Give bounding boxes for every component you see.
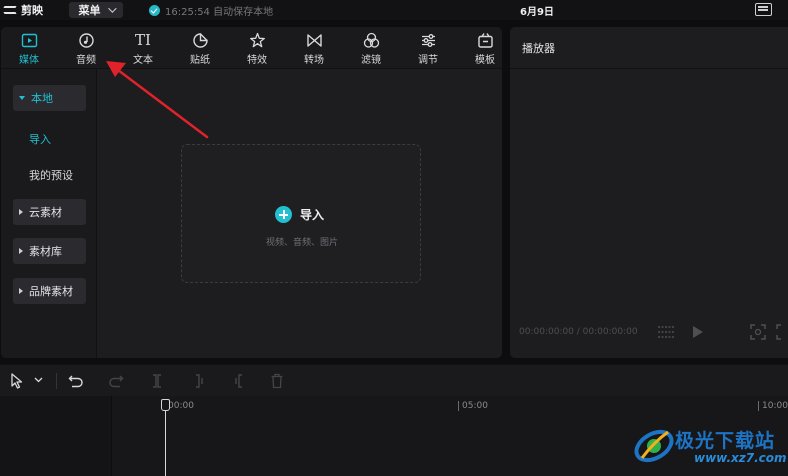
caret-right-icon	[19, 248, 23, 254]
tab-text-label: 文本	[133, 55, 153, 66]
autosave-status: 16:25:54 自动保存本地	[149, 3, 273, 18]
tab-template-label: 模板	[475, 55, 495, 66]
caret-right-icon	[19, 288, 23, 294]
tab-audio-label: 音频	[76, 55, 96, 66]
ruler-tick-label: 05:00	[462, 401, 488, 411]
watermark-logo-icon	[634, 429, 674, 463]
tab-filter-label: 滤镜	[361, 55, 381, 66]
sidebar-item-my-presets[interactable]: 我的预设	[29, 167, 73, 183]
delete-icon[interactable]	[270, 373, 284, 389]
tab-template[interactable]: 模板	[465, 27, 502, 69]
audio-icon	[78, 33, 94, 48]
timeline-ruler[interactable]: 00:00 05:00 10:00	[112, 396, 788, 414]
play-icon[interactable]	[693, 326, 703, 338]
tab-audio[interactable]: 音频	[66, 27, 106, 69]
tab-text[interactable]: TI 文本	[123, 27, 163, 69]
tab-transition[interactable]: 转场	[294, 27, 334, 69]
watermark: 极光下载站 www.xz7.com	[630, 420, 787, 474]
trim-right-icon[interactable]	[232, 373, 246, 389]
fullscreen-icon[interactable]	[776, 324, 788, 340]
divider	[510, 68, 788, 69]
tab-filter[interactable]: 滤镜	[351, 27, 391, 69]
tab-adjust-label: 调节	[418, 55, 438, 66]
timeline-toolbar	[0, 364, 788, 396]
check-circle-icon	[149, 4, 160, 16]
track-header	[0, 396, 112, 476]
sidebar-item-local[interactable]: 本地	[13, 85, 86, 111]
chevron-down-icon[interactable]	[34, 377, 43, 383]
ruler-tick-label: 10:00	[762, 401, 788, 411]
ruler-tick	[458, 401, 459, 411]
keyboard-shortcut-icon[interactable]	[755, 3, 772, 16]
sidebar-item-label: 云素材	[29, 206, 62, 219]
player-panel: 播放器 00:00:00:00 / 00:00:00:00	[510, 27, 788, 358]
split-icon[interactable]	[150, 373, 164, 389]
select-cursor-icon[interactable]	[10, 373, 24, 389]
undo-icon[interactable]	[68, 373, 84, 389]
menu-label: 菜单	[78, 4, 101, 17]
filter-icon	[363, 32, 379, 48]
chevron-down-icon	[107, 4, 117, 13]
import-dropzone[interactable]: 导入 视频、音频、图片	[181, 144, 421, 283]
adjust-icon	[421, 34, 435, 47]
template-icon	[477, 33, 493, 48]
player-timecode: 00:00:00:00 / 00:00:00:00	[519, 327, 638, 337]
plus-circle-icon	[275, 206, 292, 223]
redo-icon[interactable]	[108, 373, 124, 389]
project-date: 6月9日	[520, 7, 554, 18]
watermark-url: www.xz7.com	[694, 451, 787, 465]
tab-effects-label: 特效	[247, 55, 267, 66]
app-name: 剪映	[21, 4, 43, 17]
watermark-text: 极光下载站	[675, 430, 776, 452]
trim-left-icon[interactable]	[192, 373, 206, 389]
import-label: 导入	[300, 208, 325, 222]
playhead-line[interactable]	[165, 410, 166, 476]
tab-transition-label: 转场	[304, 55, 324, 66]
effects-icon	[249, 32, 265, 48]
tab-sticker-label: 贴纸	[190, 55, 210, 66]
tab-media[interactable]: 媒体	[9, 27, 49, 69]
tab-adjust[interactable]: 调节	[408, 27, 448, 69]
app-logo: 剪映	[4, 2, 62, 18]
import-button[interactable]: 导入	[275, 206, 324, 223]
fit-screen-icon[interactable]	[750, 324, 766, 340]
ruler-tick-label: 00:00	[168, 401, 194, 411]
caret-down-icon	[19, 96, 25, 100]
media-sidebar: 本地 导入 我的预设 云素材 素材库 品牌素材	[1, 69, 97, 358]
autosave-text: 16:25:54 自动保存本地	[165, 6, 274, 18]
text-icon: TI	[135, 31, 151, 49]
capcut-logo-icon	[4, 4, 18, 16]
sidebar-item-import[interactable]: 导入	[29, 131, 51, 147]
caret-right-icon	[19, 209, 23, 215]
media-panel: 媒体 音频 TI 文本 贴纸 特效 转场 滤镜 调节 模板 本地 导入 我的预设…	[1, 27, 502, 358]
import-hint: 视频、音频、图片	[265, 238, 338, 248]
sidebar-item-label: 品牌素材	[29, 285, 73, 298]
tab-media-label: 媒体	[19, 55, 39, 66]
sidebar-item-brand[interactable]: 品牌素材	[13, 278, 86, 304]
ruler-tick	[758, 401, 759, 411]
tab-sticker[interactable]: 贴纸	[180, 27, 220, 69]
sidebar-item-label: 素材库	[29, 245, 62, 258]
asset-toolbar: 媒体 音频 TI 文本 贴纸 特效 转场 滤镜 调节 模板	[1, 27, 502, 69]
tab-effects[interactable]: 特效	[237, 27, 277, 69]
top-bar: 剪映 菜单 16:25:54 自动保存本地 6月9日	[0, 0, 788, 20]
sticker-icon	[192, 33, 208, 48]
divider	[56, 373, 57, 389]
sidebar-item-cloud[interactable]: 云素材	[13, 199, 86, 225]
sidebar-item-library[interactable]: 素材库	[13, 238, 86, 264]
transition-icon	[306, 34, 322, 47]
timeline-list-icon[interactable]	[656, 325, 676, 339]
media-icon	[21, 33, 37, 48]
player-title: 播放器	[522, 42, 555, 55]
menu-button[interactable]: 菜单	[69, 2, 123, 18]
sidebar-item-label: 本地	[31, 92, 53, 105]
